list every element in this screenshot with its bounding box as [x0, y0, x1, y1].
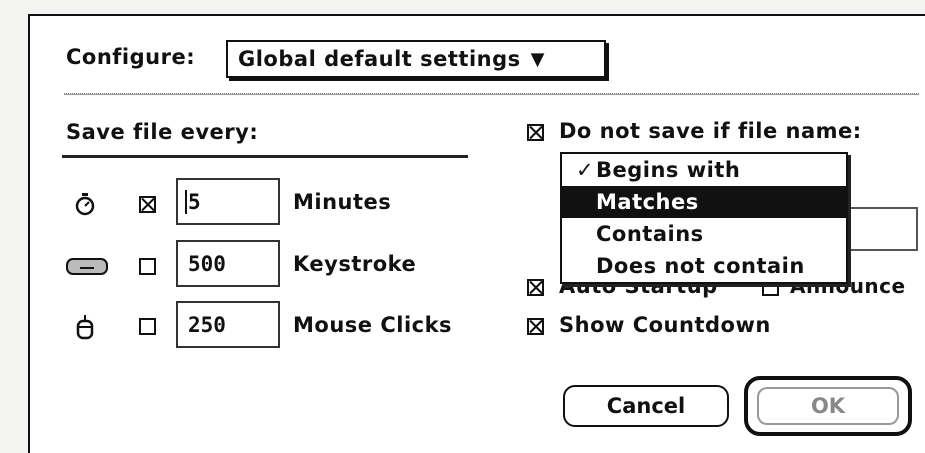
menu-item-contains[interactable]: Contains: [562, 218, 846, 250]
configure-label: Configure:: [66, 45, 196, 69]
configure-popup[interactable]: Global default settings ▼: [226, 40, 606, 78]
show-countdown-checkbox[interactable]: [527, 318, 544, 335]
ok-button-label: OK: [810, 394, 846, 418]
configure-popup-value: Global default settings: [238, 47, 521, 71]
minutes-field[interactable]: 5: [176, 178, 280, 225]
show-countdown-label: Show Countdown: [559, 313, 771, 337]
keystroke-label: Keystroke: [293, 252, 417, 276]
save-every-heading: Save file every:: [66, 120, 259, 144]
ok-button[interactable]: OK: [744, 376, 912, 436]
menu-item-does-not-contain[interactable]: Does not contain: [562, 250, 846, 282]
chevron-down-icon: ▼: [530, 48, 545, 70]
heading-underline: [62, 155, 468, 158]
mouse-clicks-checkbox[interactable]: [139, 318, 156, 335]
menu-item-matches[interactable]: Matches: [562, 186, 846, 218]
keyboard-icon: [66, 258, 108, 275]
checkmark-icon: ✓: [576, 158, 595, 182]
mouse-clicks-label: Mouse Clicks: [293, 313, 453, 337]
mouse-icon: [76, 315, 94, 340]
mouse-clicks-value: 250: [188, 313, 226, 337]
minutes-checkbox[interactable]: [139, 196, 156, 213]
keystroke-checkbox[interactable]: [139, 258, 156, 275]
text-caret: [185, 190, 187, 214]
stopwatch-icon: [75, 193, 95, 216]
mouse-clicks-field[interactable]: 250: [176, 301, 280, 348]
keystroke-value: 500: [188, 252, 226, 276]
minutes-label: Minutes: [293, 190, 392, 214]
auto-startup-checkbox[interactable]: [527, 279, 544, 296]
cancel-button-label: Cancel: [606, 394, 686, 418]
filename-text-field[interactable]: [846, 207, 918, 251]
menu-item-begins-with[interactable]: ✓ Begins with: [562, 154, 846, 186]
cancel-button[interactable]: Cancel: [563, 385, 729, 427]
ok-button-inner: OK: [757, 387, 899, 425]
separator: [64, 93, 919, 95]
do-not-save-checkbox[interactable]: [527, 124, 544, 141]
keystroke-field[interactable]: 500: [176, 240, 280, 287]
filename-match-menu[interactable]: ✓ Begins with Matches Contains Does not …: [560, 152, 848, 284]
do-not-save-label: Do not save if file name:: [559, 119, 862, 143]
minutes-value: 5: [188, 190, 201, 214]
